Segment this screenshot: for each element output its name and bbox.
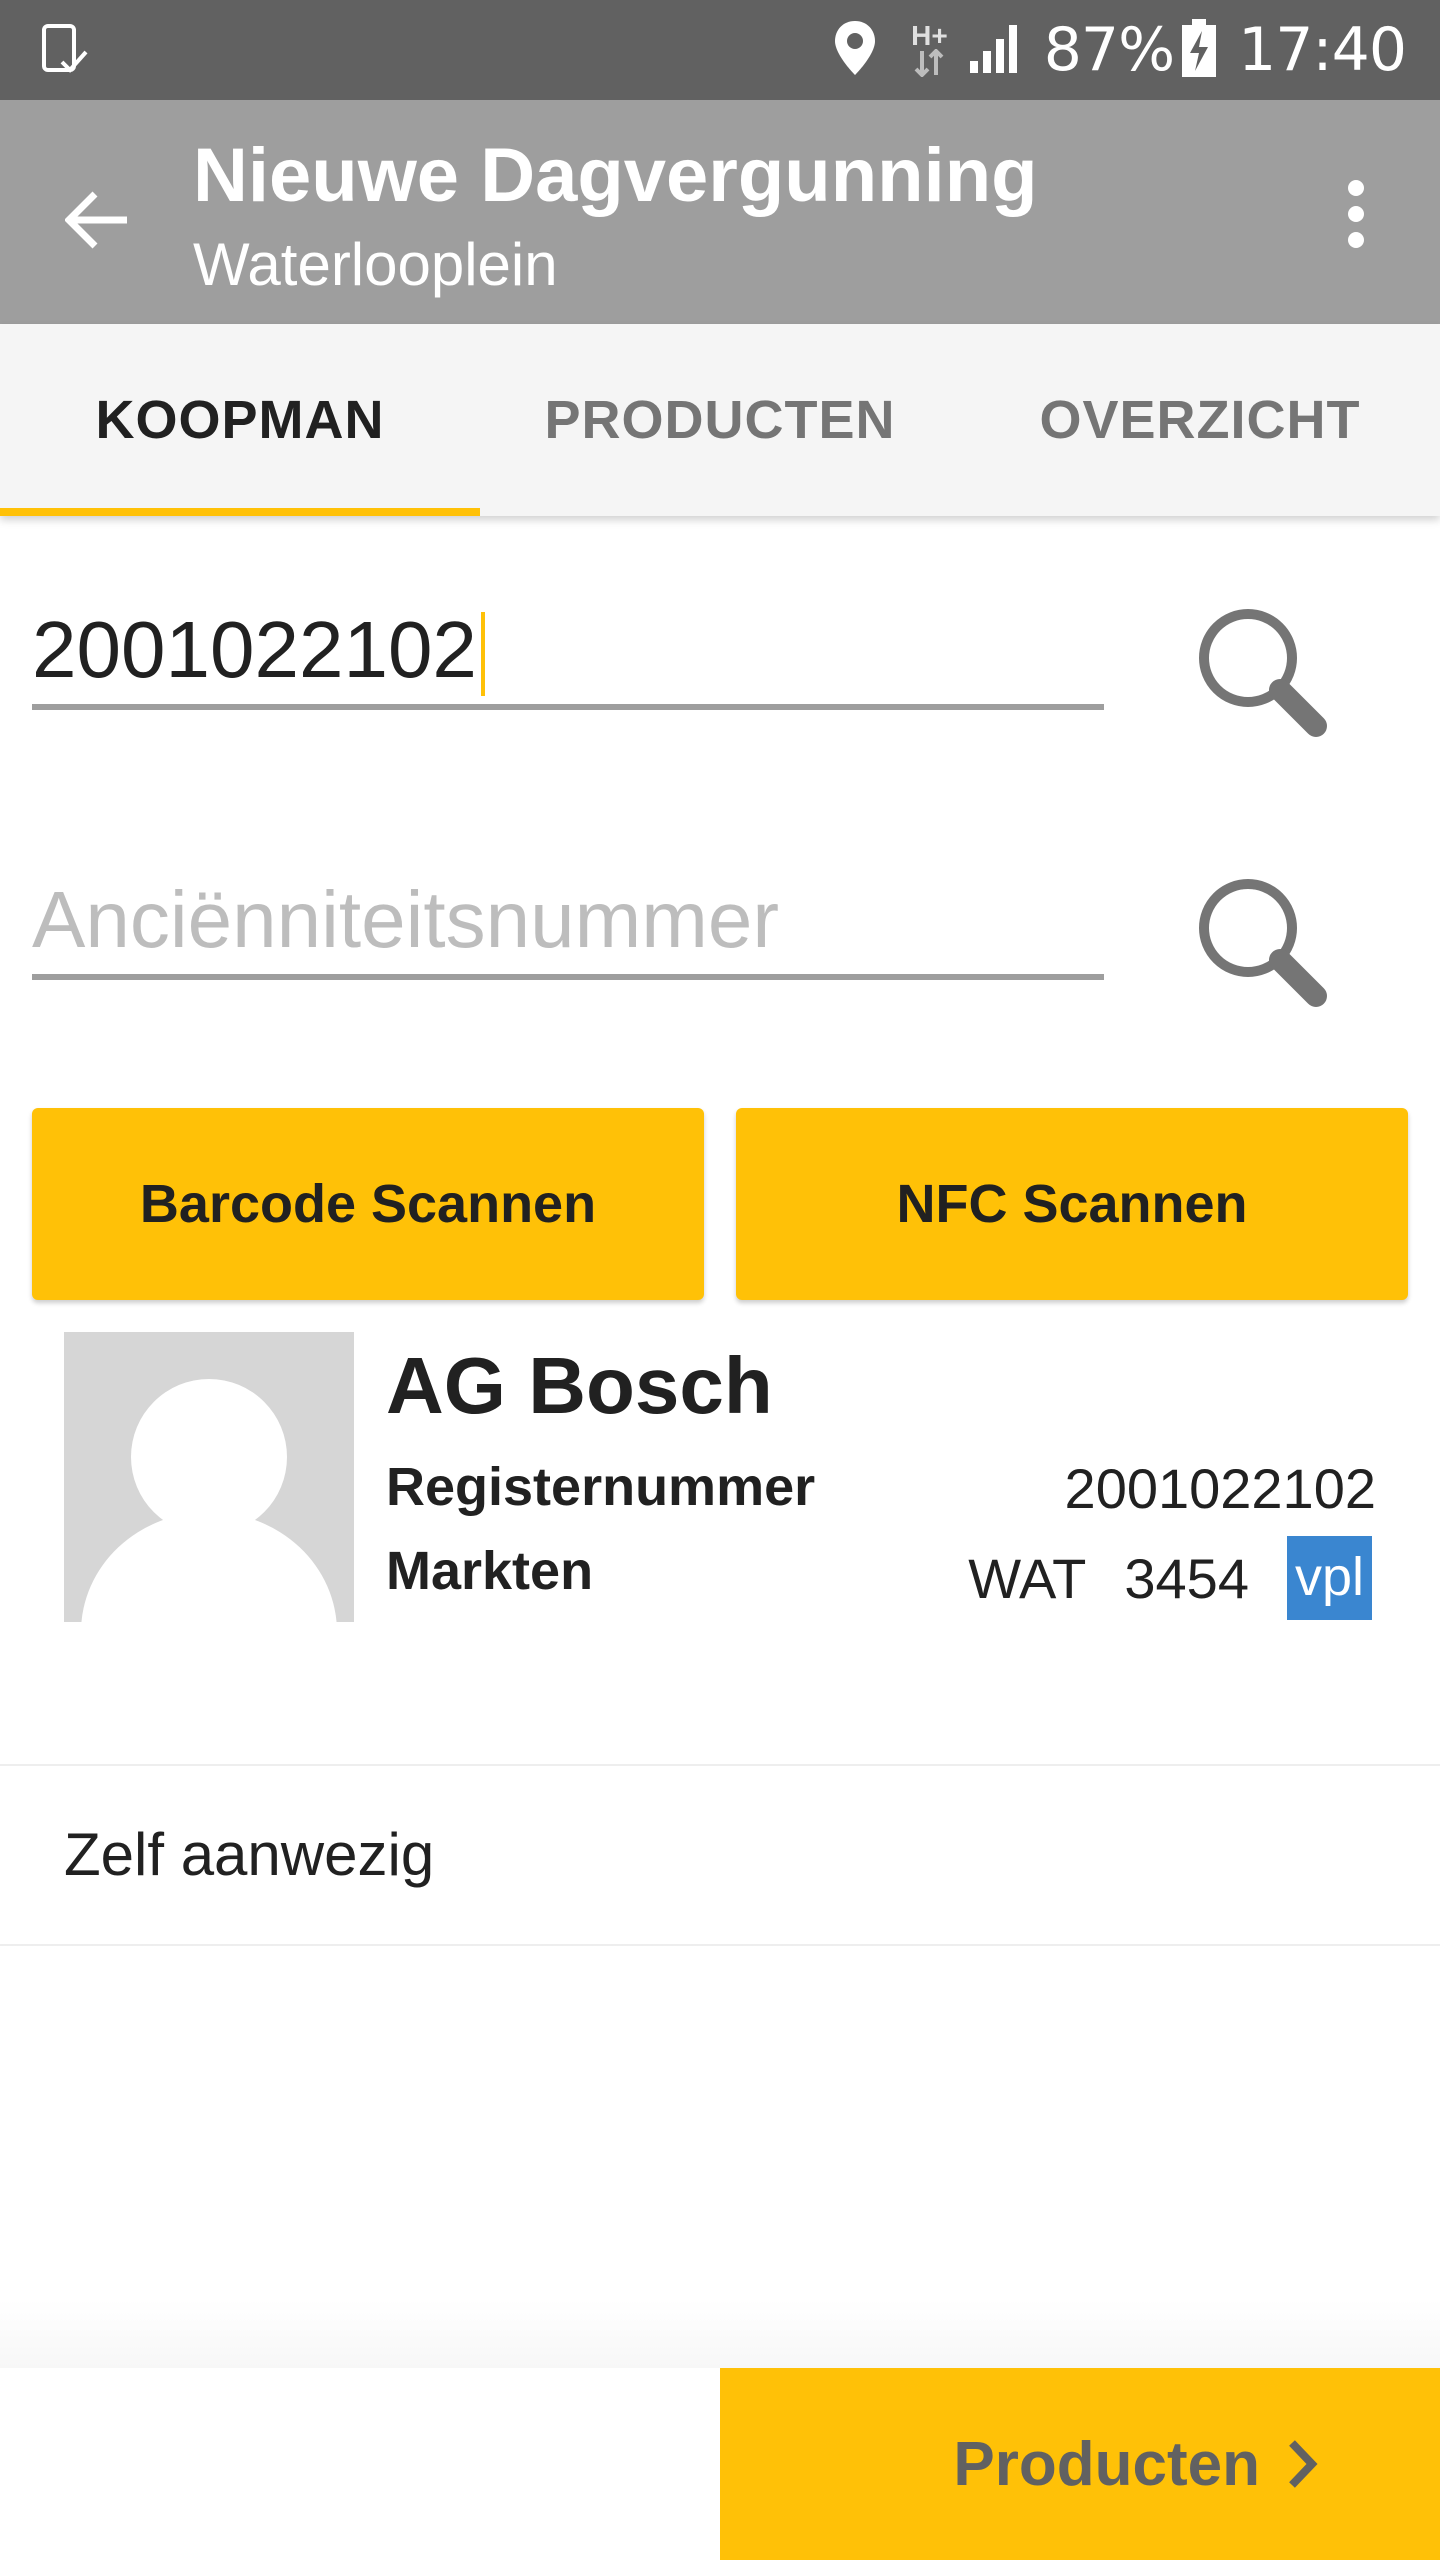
market-code: WAT	[968, 1546, 1087, 1610]
register-number-value: 2001022102	[32, 605, 477, 694]
nfc-scan-button[interactable]: NFC Scannen	[736, 1108, 1408, 1300]
back-button[interactable]	[50, 172, 146, 268]
market-entry: WAT 3454 vpl	[968, 1536, 1372, 1620]
next-button-label: Producten	[953, 2429, 1260, 2499]
overflow-menu-button[interactable]	[1306, 164, 1406, 264]
register-number-label: Registernummer	[386, 1457, 816, 1517]
search-seniority-button[interactable]	[1180, 860, 1340, 1020]
text-cursor	[480, 612, 485, 696]
network-type-label: H+	[911, 20, 948, 51]
clock: 17:40	[1238, 15, 1407, 85]
app-bar: Nieuwe Dagvergunning Waterlooplein	[0, 100, 1440, 324]
page-subtitle: Waterlooplein	[193, 231, 558, 298]
signal-icon	[968, 21, 1024, 80]
barcode-scan-button[interactable]: Barcode Scannen	[32, 1108, 704, 1300]
tab-bar: KOOPMAN PRODUCTEN OVERZICHT	[0, 324, 1440, 516]
markets-label: Markten	[386, 1541, 594, 1601]
register-number-field[interactable]: 2001022102	[32, 605, 1104, 710]
status-badge: vpl	[1286, 1536, 1372, 1620]
next-producten-button[interactable]: Producten	[720, 2368, 1440, 2560]
search-icon	[1199, 879, 1327, 1007]
battery-charging-icon	[1180, 17, 1218, 84]
location-icon	[833, 19, 877, 82]
person-placeholder-icon	[81, 1379, 337, 1622]
search-register-button[interactable]	[1180, 590, 1340, 750]
more-vert-icon	[1348, 180, 1364, 248]
divider	[0, 1764, 1440, 1766]
tab-overzicht[interactable]: OVERZICHT	[960, 324, 1440, 516]
market-number: 3454	[1124, 1546, 1249, 1610]
tab-koopman[interactable]: KOOPMAN	[0, 324, 480, 516]
tab-producten[interactable]: PRODUCTEN	[480, 324, 960, 516]
page-title: Nieuwe Dagvergunning	[193, 133, 1038, 218]
status-bar: H+ 87% 17:40	[0, 0, 1440, 100]
chevron-right-icon	[1289, 2440, 1318, 2488]
self-present-option[interactable]: Zelf aanwezig	[64, 1820, 434, 1889]
search-icon	[1199, 609, 1327, 737]
seniority-number-placeholder: Anciënniteitsnummer	[32, 875, 779, 964]
bottom-shadow	[0, 2300, 1440, 2368]
data-arrows-icon: H+	[911, 20, 948, 77]
arrow-back-icon	[65, 191, 127, 249]
divider	[0, 1944, 1440, 1946]
seniority-number-field[interactable]: Anciënniteitsnummer	[32, 875, 1104, 980]
register-number-display: 2001022102	[1064, 1457, 1376, 1520]
avatar	[64, 1332, 354, 1622]
screenshot-notification-icon	[36, 22, 94, 85]
battery-percentage: 87%	[1043, 15, 1175, 85]
merchant-name: AG Bosch	[386, 1341, 773, 1430]
